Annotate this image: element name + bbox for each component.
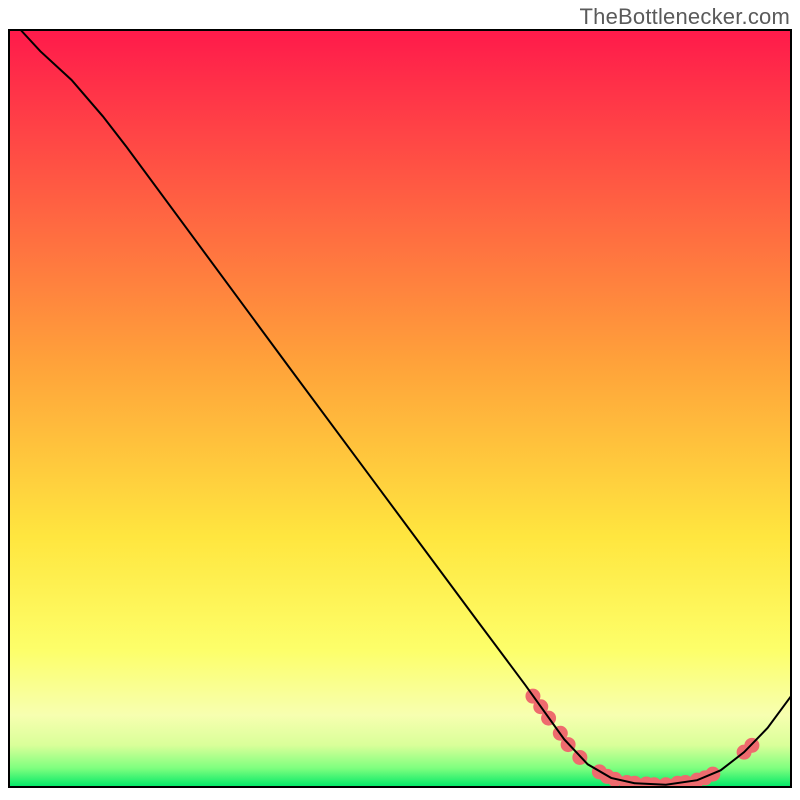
chart-svg: [0, 0, 800, 800]
plot-background: [9, 30, 791, 787]
chart-container: TheBottlenecker.com: [0, 0, 800, 800]
